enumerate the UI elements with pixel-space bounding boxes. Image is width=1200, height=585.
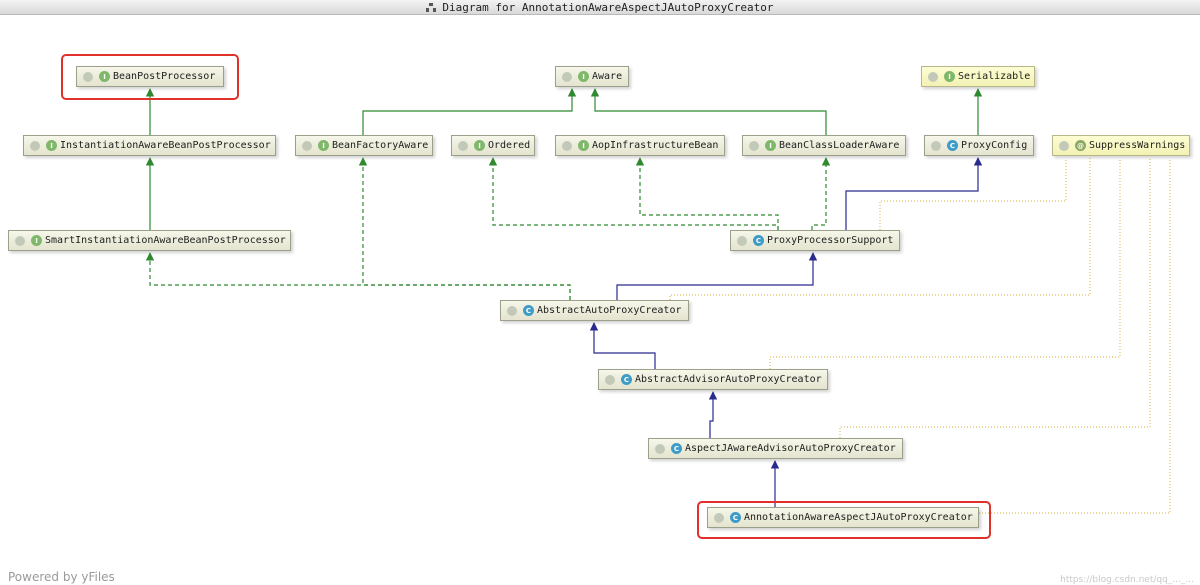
node-aware[interactable]: I Aware (555, 66, 629, 87)
node-proxy-processor-support[interactable]: C ProxyProcessorSupport (730, 230, 900, 251)
node-icon (1059, 140, 1069, 151)
node-aspectj-aware-advisor-auto-proxy-creator[interactable]: C AspectJAwareAdvisorAutoProxyCreator (648, 438, 903, 459)
footer-credit: Powered by yFiles (8, 570, 115, 584)
diagram-canvas[interactable]: I BeanPostProcessor I Aware I Serializab… (0, 15, 1200, 585)
node-icon (928, 71, 938, 82)
class-badge-icon: C (947, 140, 958, 151)
annotation-badge-icon: @ (1075, 140, 1086, 151)
interface-badge-icon: I (765, 140, 776, 151)
node-icon (458, 140, 468, 151)
node-label: AspectJAwareAdvisorAutoProxyCreator (685, 443, 896, 454)
node-aop-infrastructure-bean[interactable]: I AopInfrastructureBean (555, 135, 725, 156)
interface-badge-icon: I (944, 71, 955, 82)
node-icon (30, 140, 40, 151)
node-smart-instantiation-aware-bean-post-processor[interactable]: I SmartInstantiationAwareBeanPostProcess… (8, 230, 291, 251)
edge-implements-BeanClassLoaderAware-to-Aware (590, 88, 827, 135)
node-icon (655, 443, 665, 454)
interface-badge-icon: I (578, 71, 589, 82)
node-label: ProxyProcessorSupport (767, 235, 894, 246)
edge-realizes-AbstractAutoProxyCreator-to-SmartInstantiationAwareBeanPostProcessor (145, 252, 571, 300)
watermark: https://blog.csdn.net/qq_..._... (1060, 575, 1194, 585)
node-icon (605, 374, 615, 385)
node-serializable[interactable]: I Serializable (921, 66, 1035, 87)
interface-badge-icon: I (474, 140, 485, 151)
edge-extends-ProxyProcessorSupport-to-ProxyConfig (845, 157, 983, 230)
node-abstract-advisor-auto-proxy-creator[interactable]: C AbstractAdvisorAutoProxyCreator (598, 369, 828, 390)
node-icon (931, 140, 941, 151)
window-title: Diagram for AnnotationAwareAspectJAutoPr… (442, 0, 774, 14)
edge-realizes-ProxyProcessorSupport-to-Ordered (488, 157, 779, 230)
edge-annotated-AspectJAwareAdvisorAutoProxyCreator-to-SuppressWarnings (839, 158, 1151, 438)
edge-annotated-AnnotationAwareAspectJAutoProxyCreator-to-SuppressWarnings (979, 158, 1171, 514)
node-icon (737, 235, 747, 246)
node-label: Aware (592, 71, 623, 82)
edge-extends-AspectJAwareAdvisorAutoProxyCreator-to-AbstractAdvisorAutoProxyCreator (708, 391, 718, 438)
node-icon (749, 140, 759, 151)
node-label: BeanClassLoaderAware (779, 140, 900, 151)
window-titlebar: Diagram for AnnotationAwareAspectJAutoPr… (0, 0, 1200, 15)
node-label: BeanFactoryAware (332, 140, 429, 151)
edge-extends-AbstractAutoProxyCreator-to-ProxyProcessorSupport (616, 252, 818, 300)
edge-realizes-ProxyProcessorSupport-to-AopInfrastructureBean (635, 157, 779, 230)
node-suppress-warnings[interactable]: @ SuppressWarnings (1052, 135, 1190, 156)
node-icon (302, 140, 312, 151)
node-label: AbstractAutoProxyCreator (537, 305, 682, 316)
edge-annotated-ProxyProcessorSupport-to-SuppressWarnings (879, 158, 1067, 242)
highlight-box-annotation-aware-aspectj-auto-proxy-creator (697, 501, 991, 539)
edge-implements-BeanFactoryAware-to-Aware (362, 88, 577, 135)
node-label: AbstractAdvisorAutoProxyCreator (635, 374, 822, 385)
node-icon (15, 235, 25, 246)
class-badge-icon: C (621, 374, 632, 385)
node-instantiation-aware-bean-post-processor[interactable]: I InstantiationAwareBeanPostProcessor (23, 135, 276, 156)
node-bean-class-loader-aware[interactable]: I BeanClassLoaderAware (742, 135, 906, 156)
node-icon (562, 71, 572, 82)
node-label: ProxyConfig (961, 140, 1028, 151)
node-label: Ordered (488, 140, 531, 151)
node-bean-factory-aware[interactable]: I BeanFactoryAware (295, 135, 433, 156)
edge-extends-AbstractAdvisorAutoProxyCreator-to-AbstractAutoProxyCreator (589, 322, 656, 369)
edge-realizes-AbstractAutoProxyCreator-to-BeanFactoryAware (358, 157, 571, 300)
highlight-box-bean-post-processor (61, 54, 239, 100)
class-badge-icon: C (523, 305, 534, 316)
edge-realizes-ProxyProcessorSupport-to-BeanClassLoaderAware (811, 157, 831, 230)
node-abstract-auto-proxy-creator[interactable]: C AbstractAutoProxyCreator (500, 300, 689, 321)
node-label: SmartInstantiationAwareBeanPostProcessor (45, 235, 286, 246)
node-label: AopInfrastructureBean (592, 140, 719, 151)
node-proxy-config[interactable]: C ProxyConfig (924, 135, 1034, 156)
node-ordered[interactable]: I Ordered (451, 135, 535, 156)
node-label: SuppressWarnings (1089, 140, 1186, 151)
edge-annotated-AbstractAdvisorAutoProxyCreator-to-SuppressWarnings (769, 158, 1121, 369)
interface-badge-icon: I (318, 140, 329, 151)
node-icon (562, 140, 572, 151)
node-icon (507, 305, 517, 316)
interface-badge-icon: I (46, 140, 57, 151)
node-label: InstantiationAwareBeanPostProcessor (60, 140, 271, 151)
interface-badge-icon: I (578, 140, 589, 151)
class-badge-icon: C (671, 443, 682, 454)
interface-badge-icon: I (31, 235, 42, 246)
node-label: Serializable (958, 71, 1031, 82)
class-badge-icon: C (753, 235, 764, 246)
diagram-icon (426, 2, 437, 12)
